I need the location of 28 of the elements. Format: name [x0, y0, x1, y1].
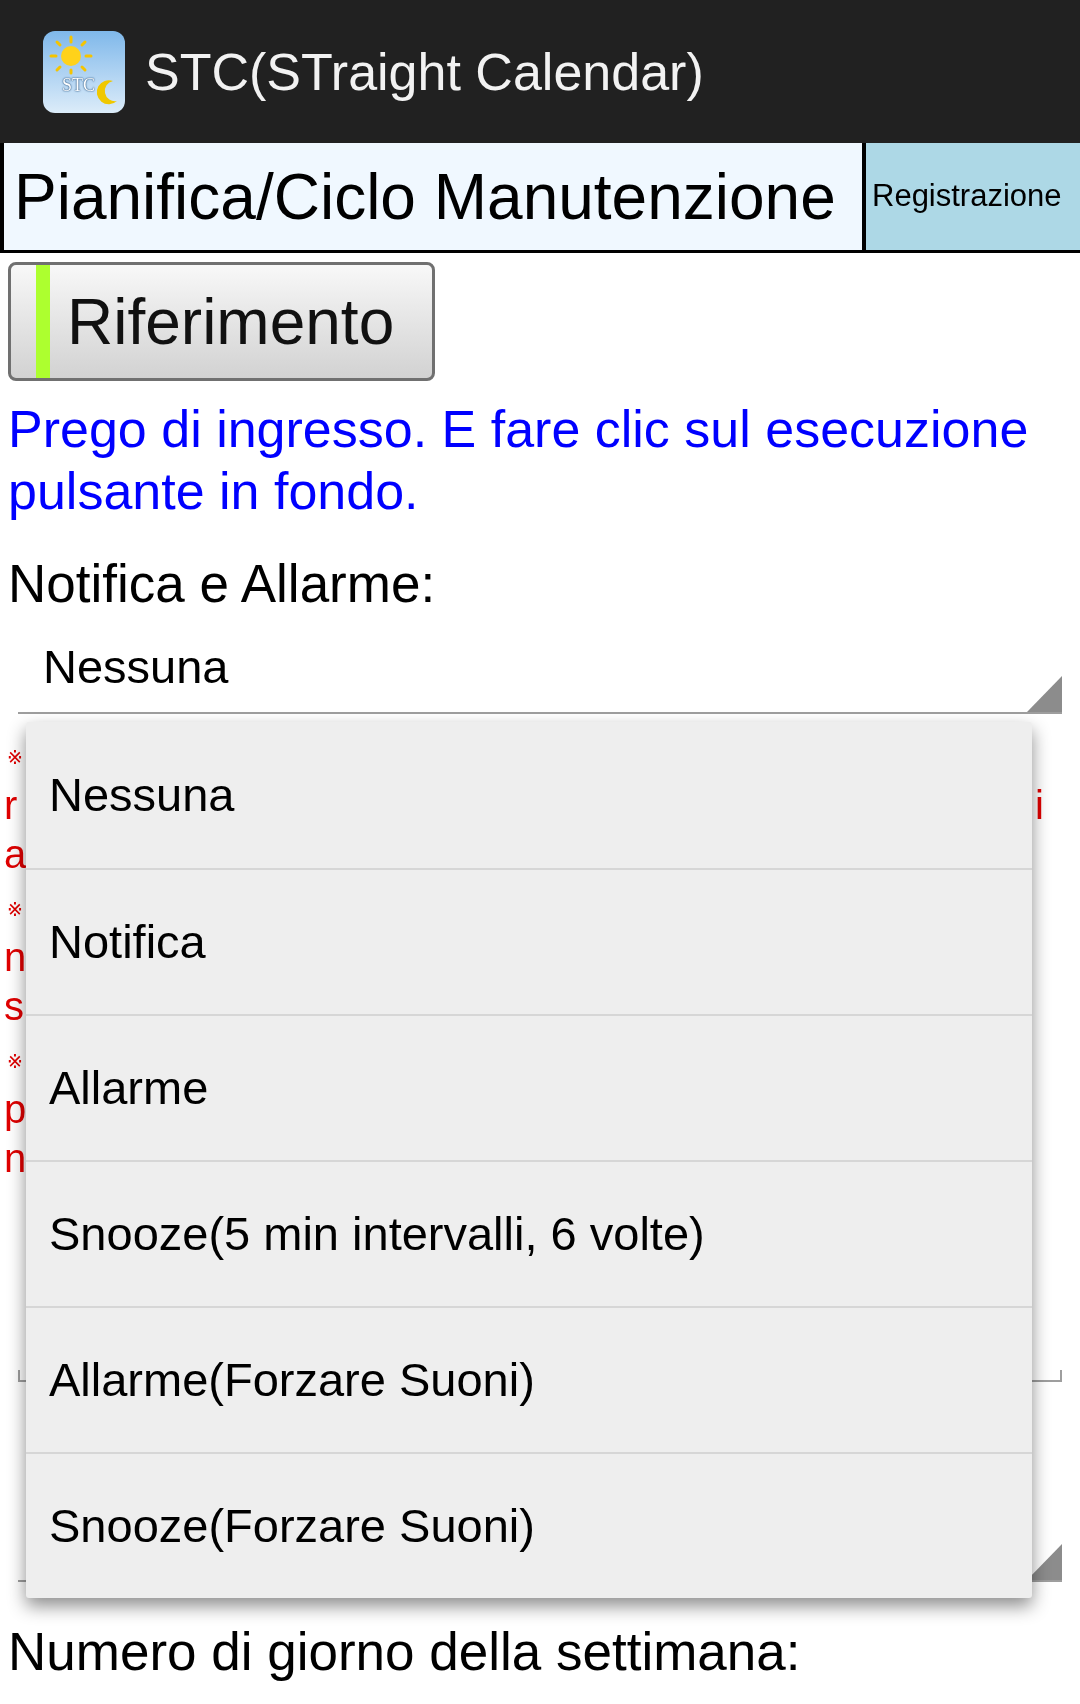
dropdown-option[interactable]: Snooze(5 min intervalli, 6 volte) — [26, 1160, 1032, 1306]
tab[interactable]: Registrazione — [866, 143, 1080, 253]
corner-triangle-icon — [1027, 676, 1062, 712]
note-mark: ※ — [7, 1050, 23, 1071]
dropdown-field[interactable]: Nessuna — [18, 622, 1062, 714]
note-text: n — [4, 1135, 27, 1182]
dropdown-option[interactable]: Allarme(Forzare Suoni) — [26, 1306, 1032, 1452]
note-text: i — [1035, 782, 1044, 829]
moon-icon — [96, 79, 117, 104]
note-text: a — [4, 831, 27, 878]
note-text: p — [4, 1086, 27, 1133]
note-text: n — [4, 934, 27, 981]
sun-icon — [49, 35, 93, 74]
field-label: Numero di giorno della settimana: — [8, 1622, 801, 1682]
dropdown-option[interactable]: Notifica — [26, 868, 1032, 1014]
app-icon-text: STC — [62, 75, 95, 95]
dropdown-option[interactable]: Allarme — [26, 1014, 1032, 1160]
reference-button[interactable]: Riferimento — [8, 262, 435, 381]
app-title: STC(STraight Calendar) — [145, 41, 704, 102]
note-mark: ※ — [7, 746, 23, 767]
note-mark: ※ — [7, 898, 23, 919]
field-label: Notifica e Allarme: — [8, 554, 436, 614]
dropdown-option[interactable]: Snooze(Forzare Suoni) — [26, 1452, 1032, 1598]
instruction-text: Prego di ingresso. E fare clic sul esecuzione pulsante in fondo. — [8, 399, 1030, 522]
note-text: s — [4, 983, 24, 1030]
dropdown-option[interactable]: Nessuna — [26, 722, 1032, 868]
note-text: r — [4, 782, 18, 829]
tab[interactable]: Pianifica/Ciclo Manutenzione — [0, 143, 866, 253]
